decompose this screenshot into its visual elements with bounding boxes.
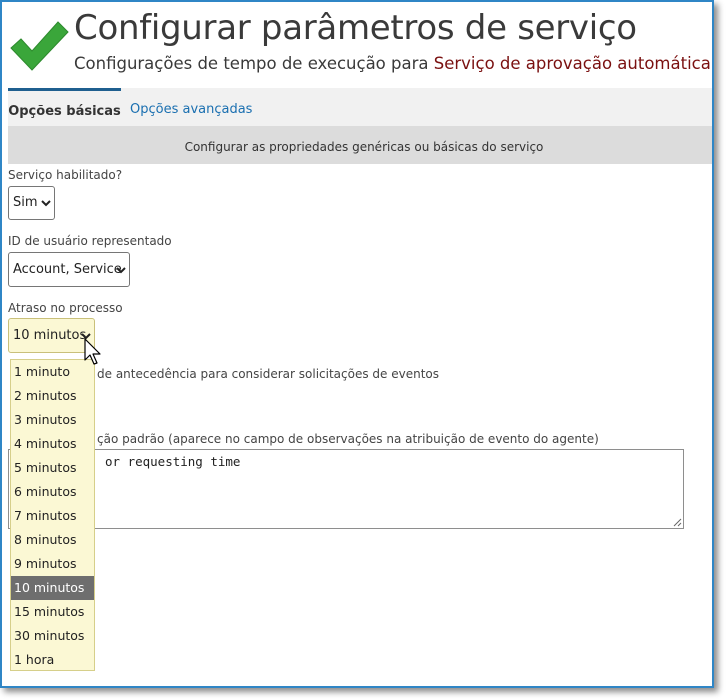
advance-label: de antecedência para considerar solicita… [97, 367, 440, 381]
delay-option[interactable]: 10 minutos [11, 576, 94, 600]
header: Configurar parâmetros de serviço Configu… [2, 2, 712, 88]
page-title: Configurar parâmetros de serviço [74, 8, 637, 48]
subtitle-prefix: Configurações de tempo de execução para [74, 54, 434, 73]
delay-option[interactable]: 7 minutos [11, 504, 94, 528]
user-id-value: Account, Service [13, 262, 122, 277]
tab-basic-options[interactable]: Opções básicas [8, 88, 121, 126]
tab-advanced-options[interactable]: Opções avançadas [130, 88, 252, 126]
note-textarea-value: or requesting time [105, 454, 241, 469]
delay-option[interactable]: 2 minutos [11, 384, 94, 408]
note-textarea[interactable]: or requesting time [8, 449, 684, 529]
delay-label: Atraso no processo [8, 301, 123, 315]
user-id-label: ID de usuário representado [8, 234, 172, 248]
delay-option[interactable]: 15 minutos [11, 600, 94, 624]
delay-option[interactable]: 8 minutos [11, 528, 94, 552]
delay-option[interactable]: 1 minuto [11, 360, 94, 384]
delay-select[interactable]: 10 minutos [8, 318, 95, 353]
enabled-select[interactable]: Sim [8, 186, 55, 220]
service-name: Serviço de aprovação automática [433, 54, 711, 73]
chevron-down-icon [116, 266, 126, 273]
delay-option[interactable]: 5 minutos [11, 456, 94, 480]
delay-option[interactable]: 3 minutos [11, 408, 94, 432]
checkmark-icon [10, 21, 69, 71]
enabled-label: Serviço habilitado? [8, 168, 123, 182]
tab-bar: Opções básicas Opções avançadas [8, 88, 712, 126]
delay-option[interactable]: 1 hora [11, 648, 94, 672]
delay-value: 10 minutos [13, 328, 87, 343]
page-subtitle: Configurações de tempo de execução para … [74, 54, 711, 73]
mouse-cursor-icon [84, 338, 101, 365]
delay-option[interactable]: 4 minutos [11, 432, 94, 456]
resize-handle-icon[interactable] [673, 518, 682, 527]
note-label: ção padrão (aparece no campo de observaç… [97, 432, 599, 446]
delay-dropdown-list: 1 minuto 2 minutos 3 minutos 4 minutos 5 min… [10, 359, 95, 671]
delay-option[interactable]: 9 minutos [11, 552, 94, 576]
delay-option[interactable]: 30 minutos [11, 624, 94, 648]
enabled-value: Sim [13, 195, 38, 210]
section-description: Configurar as propriedades genéricas ou … [8, 126, 712, 164]
chevron-down-icon [41, 200, 51, 207]
dialog-frame: Configurar parâmetros de serviço Configu… [0, 0, 714, 688]
user-id-select[interactable]: Account, Service [8, 252, 130, 287]
delay-option[interactable]: 6 minutos [11, 480, 94, 504]
